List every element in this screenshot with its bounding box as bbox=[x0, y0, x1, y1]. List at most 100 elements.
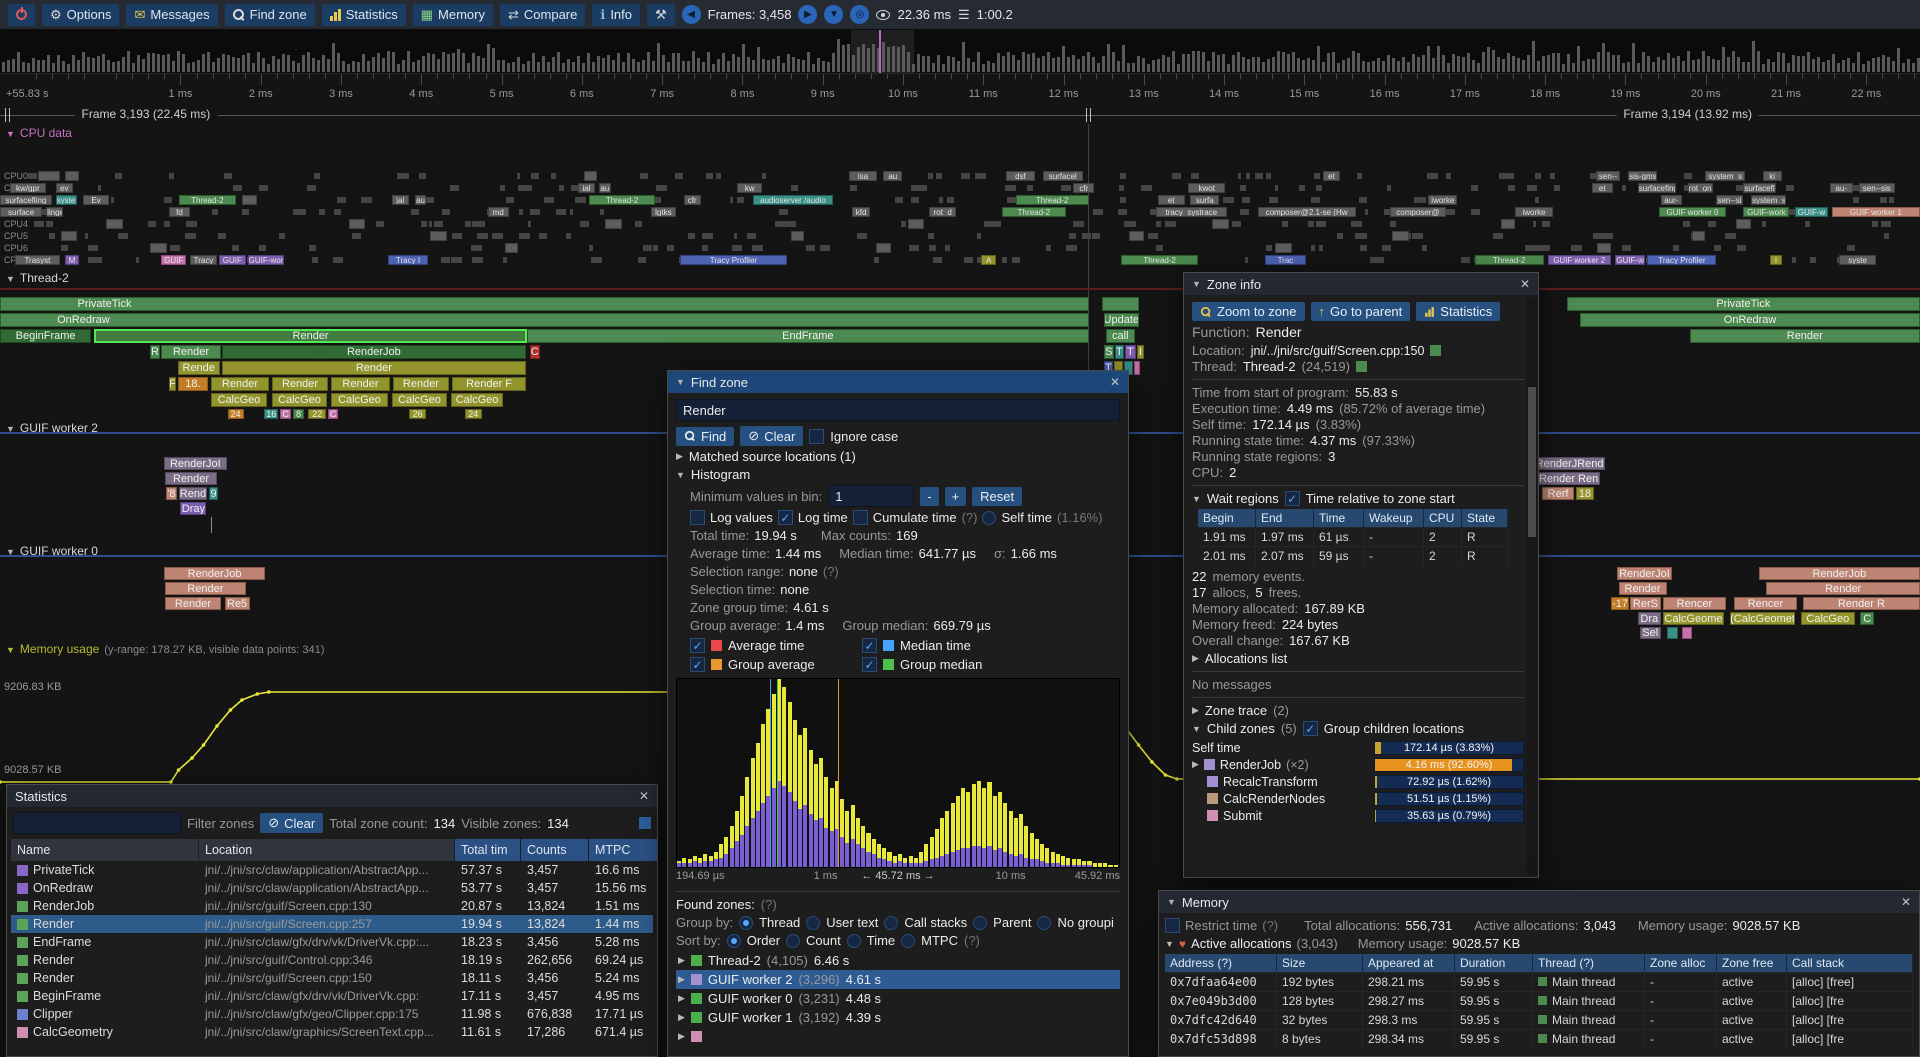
expander-icon[interactable]: ▼ bbox=[676, 470, 685, 480]
cpu-zone[interactable]: kwot bbox=[1188, 183, 1224, 193]
frame-bar[interactable] bbox=[1357, 53, 1360, 72]
frame-bar[interactable] bbox=[1017, 60, 1020, 72]
frame-bar[interactable] bbox=[297, 63, 300, 72]
frame-bar[interactable] bbox=[1027, 54, 1030, 72]
frame-bar[interactable] bbox=[927, 56, 930, 72]
frame-bar[interactable] bbox=[1477, 63, 1480, 72]
expander-icon[interactable]: ▶ bbox=[1192, 705, 1199, 716]
timeline-zone[interactable]: Dray bbox=[180, 502, 206, 515]
frame-bar[interactable] bbox=[1652, 62, 1655, 72]
timeline-zone[interactable]: C bbox=[1860, 612, 1873, 625]
timeline-zone[interactable]: PrivateTick bbox=[0, 297, 1089, 311]
frame-bar[interactable] bbox=[482, 58, 485, 72]
frame-bar[interactable] bbox=[1237, 52, 1240, 72]
timeline-zone[interactable]: Sel bbox=[1640, 627, 1661, 639]
frame-bar[interactable] bbox=[592, 62, 595, 72]
timeline-zone[interactable]: Render F bbox=[452, 377, 526, 391]
timeline-zone[interactable]: '8 bbox=[166, 487, 177, 500]
cpu-zone[interactable]: dsf bbox=[1006, 171, 1035, 181]
cpu-zone[interactable]: au bbox=[883, 171, 902, 181]
frame-bar[interactable] bbox=[872, 44, 875, 72]
frame-bar[interactable] bbox=[287, 55, 290, 72]
frame-bar[interactable] bbox=[327, 59, 330, 72]
frame-bar[interactable] bbox=[7, 60, 10, 72]
guif2-section-label[interactable]: ▼GUIF worker 2 bbox=[6, 421, 98, 435]
timeline-zone[interactable]: RenderJRend bbox=[1534, 457, 1605, 470]
cpu-zone[interactable]: Thread-2 bbox=[1475, 255, 1544, 265]
cpu-zone[interactable] bbox=[908, 219, 923, 229]
scrollbar-thumb[interactable] bbox=[1528, 387, 1536, 537]
table-row[interactable]: Renderjni/../jni/src/guif/Screen.cpp:257… bbox=[11, 915, 653, 933]
frame-bar[interactable] bbox=[802, 60, 805, 72]
frame-bar[interactable] bbox=[792, 57, 795, 72]
frame-bar[interactable] bbox=[587, 53, 590, 72]
header-counts[interactable]: Counts bbox=[521, 839, 589, 861]
frame-bar[interactable] bbox=[252, 63, 255, 72]
cpu-zone[interactable]: composer@ bbox=[1390, 207, 1446, 217]
frame-bar[interactable] bbox=[97, 56, 100, 72]
frame-bar[interactable] bbox=[1807, 52, 1810, 72]
frame-bar[interactable] bbox=[1857, 52, 1860, 72]
frame-bar[interactable] bbox=[1112, 52, 1115, 72]
frame-bar[interactable] bbox=[922, 56, 925, 72]
timeline-zone[interactable]: F bbox=[169, 377, 176, 391]
timeline-zone[interactable]: RenderJob bbox=[1759, 567, 1920, 580]
frame-bar[interactable] bbox=[817, 58, 820, 72]
help-icon[interactable]: (?) bbox=[761, 897, 777, 912]
frame-bar[interactable] bbox=[452, 53, 455, 72]
frame-bar[interactable] bbox=[1742, 62, 1745, 72]
found-zone-row[interactable]: ▶Thread-2(4,105)6.46 s bbox=[676, 951, 1120, 970]
frame-bar[interactable] bbox=[892, 46, 895, 72]
frame-bar[interactable] bbox=[322, 55, 325, 72]
frame-bar[interactable] bbox=[217, 58, 220, 72]
frame-bar[interactable] bbox=[977, 52, 980, 72]
frame-bar[interactable] bbox=[1617, 55, 1620, 72]
frame-bar[interactable] bbox=[1727, 57, 1730, 72]
frame-bar[interactable] bbox=[1037, 58, 1040, 72]
frame-bar[interactable] bbox=[1342, 60, 1345, 72]
frame-bar[interactable] bbox=[1557, 53, 1560, 72]
frame-bar[interactable] bbox=[202, 54, 205, 72]
frame-bar[interactable] bbox=[1132, 63, 1135, 72]
frame-bar[interactable] bbox=[777, 56, 780, 72]
frame-bar[interactable] bbox=[1422, 55, 1425, 72]
frame-bar[interactable] bbox=[1377, 58, 1380, 72]
table-row[interactable]: RenderJobjni/../jni/src/guif/Screen.cpp:… bbox=[11, 897, 653, 915]
frame-bar[interactable] bbox=[1382, 61, 1385, 72]
cpu-zone[interactable] bbox=[584, 171, 597, 181]
group-children-checkbox[interactable] bbox=[1303, 721, 1318, 736]
frame-bar[interactable] bbox=[1782, 53, 1785, 72]
frame-bar[interactable] bbox=[1707, 56, 1710, 72]
group-by-option-label[interactable]: No groupi bbox=[1057, 915, 1113, 930]
timeline-zone[interactable]: C bbox=[530, 345, 540, 359]
frame-bar[interactable] bbox=[907, 52, 910, 72]
collapse-icon[interactable]: ▼ bbox=[6, 424, 15, 434]
cpu-zone[interactable]: Tracy bbox=[190, 255, 217, 265]
alloc-table-header[interactable]: Zone alloc bbox=[1645, 954, 1717, 972]
cpu-zone[interactable]: Thread-2 bbox=[1002, 207, 1065, 217]
cpu-zone[interactable]: iworke bbox=[1428, 195, 1457, 205]
frame-bar[interactable] bbox=[347, 64, 350, 72]
cpu-zone[interactable]: GUIF-worl bbox=[248, 255, 284, 265]
cpu-zone[interactable]: GUIF bbox=[219, 255, 246, 265]
messages-button[interactable]: ✉Messages bbox=[126, 4, 217, 26]
frame-bar[interactable] bbox=[1182, 54, 1185, 72]
wait-table-header[interactable]: State bbox=[1462, 509, 1508, 527]
frame-bar[interactable] bbox=[1077, 59, 1080, 72]
reset-button[interactable]: Reset bbox=[972, 487, 1022, 506]
legend-checkbox[interactable] bbox=[690, 638, 705, 653]
alloc-callstack-cell[interactable]: [alloc] [free] bbox=[1787, 972, 1913, 991]
alloc-table-header[interactable]: Size bbox=[1277, 954, 1363, 972]
frame-bar[interactable] bbox=[1912, 63, 1915, 72]
cpu-zone[interactable]: et bbox=[1592, 183, 1613, 193]
frame-bar[interactable] bbox=[552, 57, 555, 72]
cpu-zone[interactable]: sen-- bbox=[1596, 171, 1621, 181]
frame-bar[interactable] bbox=[1022, 52, 1025, 72]
alloc-table-header[interactable]: Thread (?) bbox=[1533, 954, 1645, 972]
group-by-radio[interactable] bbox=[1037, 916, 1051, 930]
frame-bar[interactable] bbox=[1512, 56, 1515, 72]
frame-bar[interactable] bbox=[582, 63, 585, 72]
frame-bar[interactable] bbox=[1267, 59, 1270, 72]
frame-bar[interactable] bbox=[1507, 53, 1510, 72]
frame-bar[interactable] bbox=[2, 62, 5, 72]
